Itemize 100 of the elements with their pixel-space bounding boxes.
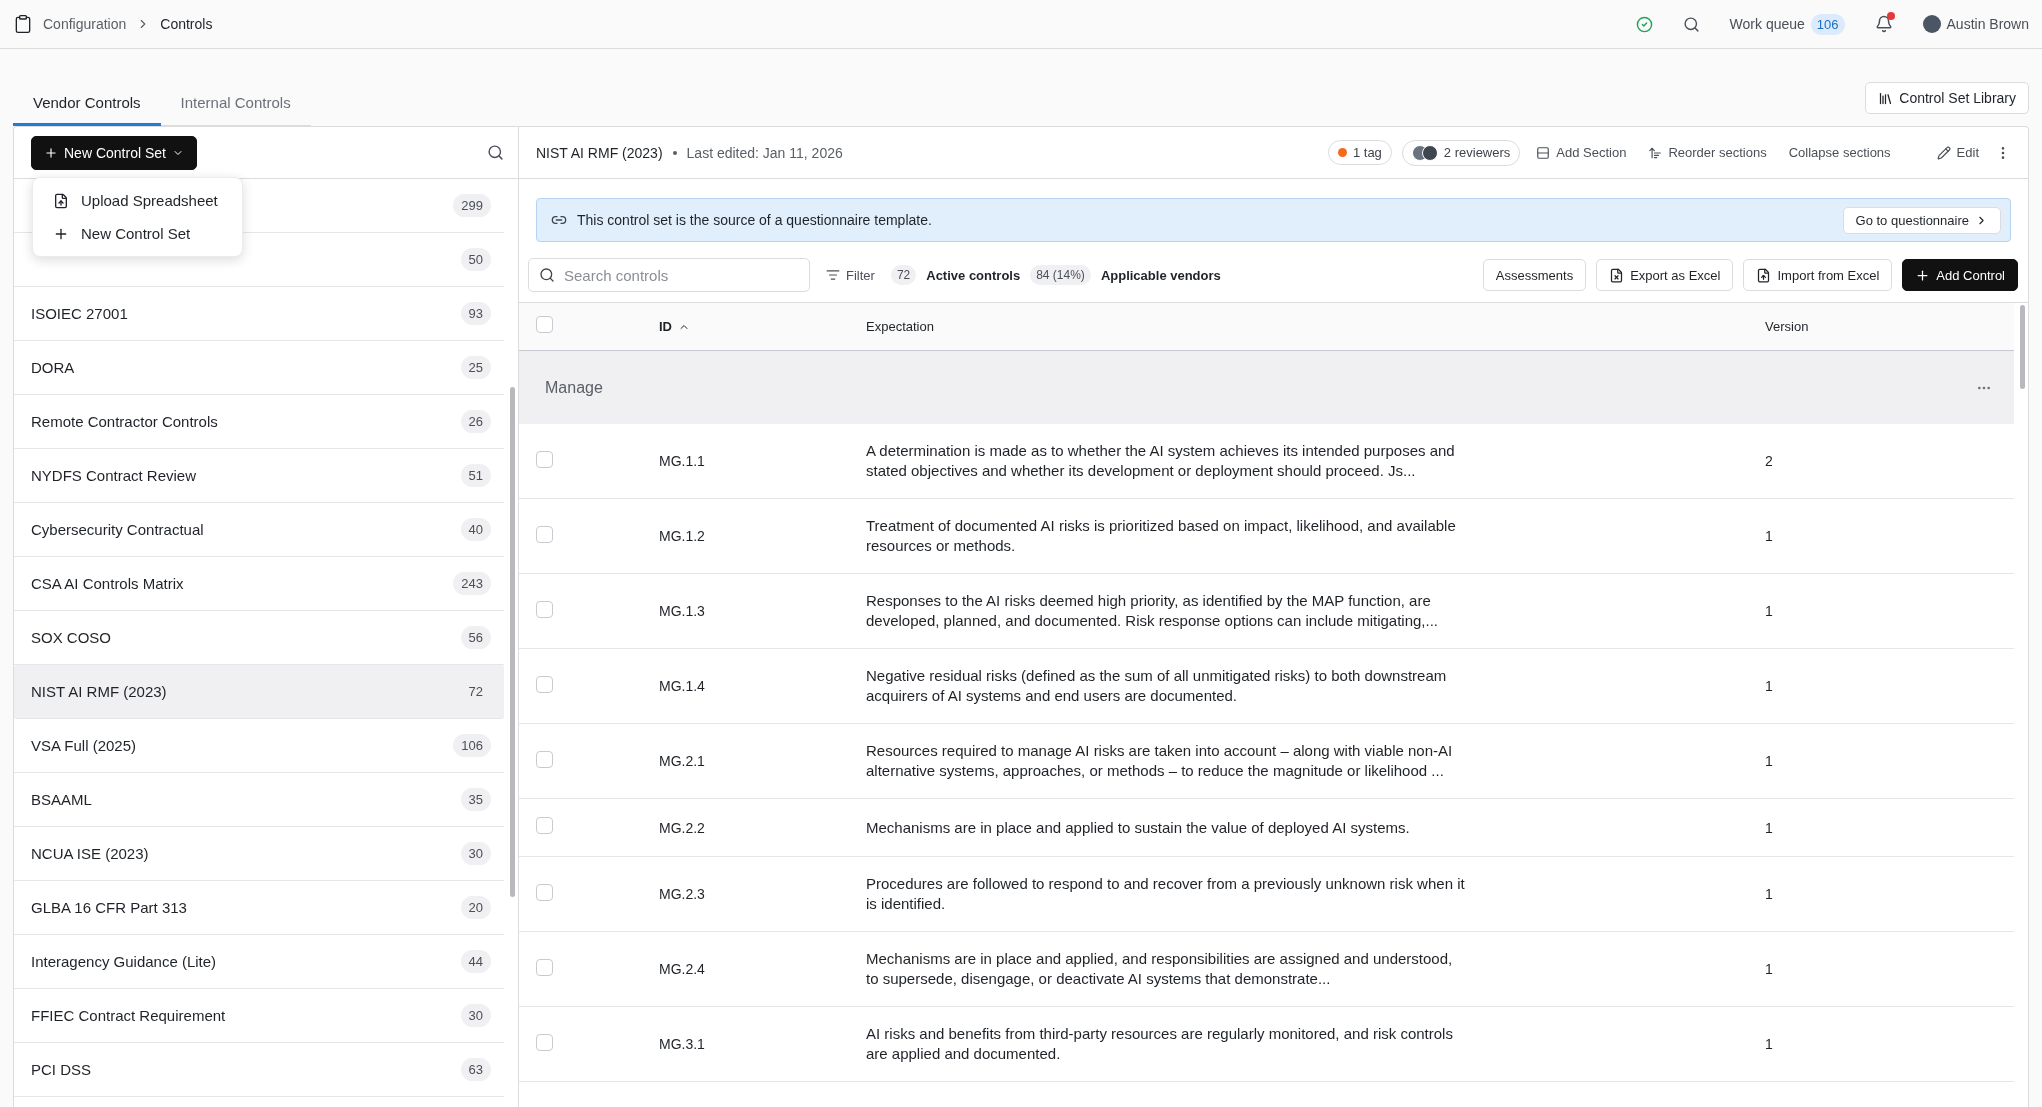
table-cell: Procedures are followed to respond to and recover from a previously unknown risk when it is identified. (866, 874, 1466, 914)
table-cell-text: AI risks and benefits from third-party resources are regularly monitored, and risk controls are applied and documented. (866, 1024, 1454, 1064)
table-cell-text: MG.2.1 (659, 752, 706, 771)
breadcrumb[interactable]: Configuration (43, 16, 127, 32)
control-set-name: NIST AI RMF (2023) (31, 683, 167, 700)
count-badge: 25 (460, 356, 491, 379)
count-badge: 93 (460, 302, 491, 325)
table-cell-text: MG.1.1 (659, 452, 706, 471)
table-cell-text: Resources required to manage AI risks are taken into account – along with viable non-AI alternative systems, approaches, or methods – to reduce the magnitude or likelihood ... (866, 741, 1454, 781)
section-icon (1536, 145, 1551, 160)
last-edited: Last edited: Jan 11, 2026 (686, 144, 843, 161)
count-badge: 243 (453, 572, 491, 595)
count-badge: 30 (460, 1004, 491, 1027)
table-cell-text: Responses to the AI risks deemed high priority, as identified by the MAP function, are developed, planned, and documented. Risk response options can include mitigating,... (866, 591, 1440, 631)
count-badge: 84 (14%) (1030, 265, 1091, 285)
reorder-icon (1648, 145, 1663, 160)
file-icon (1609, 267, 1625, 283)
control-set-name: Remote Contractor Controls (31, 413, 218, 430)
table-cell-text: Treatment of documented AI risks is prioritized based on impact, likelihood, and available resources or methods. (866, 516, 1457, 556)
toolbar-button[interactable]: Add Control (1902, 259, 2018, 291)
column-header[interactable]: Version (1765, 319, 2014, 334)
count-badge: 40 (460, 518, 491, 541)
go-to-questionnaire-button[interactable]: Go to questionnaire (1842, 206, 2001, 234)
checkbox[interactable] (536, 316, 553, 333)
control-set-name: FFIEC Contract Requirement (31, 1007, 226, 1024)
control-set-name: CSA AI Controls Matrix (31, 575, 184, 592)
new-control-set-button[interactable]: New Control Set (31, 135, 197, 170)
count-badge: 72 (890, 265, 917, 285)
checkbox[interactable] (536, 817, 553, 834)
count-badge: 56 (460, 626, 491, 649)
search-icon[interactable] (487, 144, 504, 161)
table-cell-text: 1 (1765, 1035, 1774, 1054)
section-name: Manage (545, 378, 603, 397)
count-badge: 35 (460, 788, 491, 811)
control-set-name: NCUA ISE (2023) (31, 845, 149, 862)
search-field[interactable]: Search controls (528, 258, 810, 292)
search-icon[interactable] (1682, 15, 1700, 33)
toolbar-button[interactable]: Assessments (1482, 259, 1587, 291)
control-set-item[interactable]: NIST AI RMF (2023) 72 (14, 665, 504, 719)
checkbox[interactable] (536, 450, 553, 468)
library-icon (1878, 90, 1894, 106)
toolbar-action[interactable]: Add Section (1530, 145, 1633, 160)
toolbar-action[interactable]: Collapse sections (1782, 145, 1897, 160)
filter-icon (826, 268, 840, 282)
separator-dot (672, 150, 677, 155)
toolbar-button[interactable]: Export as Excel (1596, 259, 1734, 291)
table-cell-text: Mechanisms are in place and applied to sustain the value of deployed AI systems. (866, 817, 1411, 838)
table-cell-text: 1 (1765, 818, 1774, 838)
filter-button[interactable]: Filter (820, 267, 881, 283)
control-set-name: Interagency Guidance (Lite) (31, 953, 217, 970)
library-button[interactable]: Control Set Library (1865, 82, 2029, 114)
toolbar-action[interactable]: Edit (1930, 145, 1985, 160)
checkbox[interactable] (536, 883, 553, 901)
table-cell-text: MG.1.3 (659, 602, 706, 621)
count-badge: 30 (460, 842, 491, 865)
user-name[interactable]: Austin Brown (1946, 16, 2029, 32)
count-badge: 106 (453, 734, 491, 757)
checkbox[interactable] (536, 750, 553, 768)
count-badge: 63 (460, 1058, 491, 1081)
column-header[interactable]: ID (659, 319, 866, 334)
table-cell-text: 1 (1765, 960, 1774, 979)
breadcrumb: Controls (160, 16, 213, 32)
tab[interactable]: Internal Controls (160, 94, 311, 126)
table-cell-text: MG.2.4 (659, 960, 706, 979)
table-cell-text: 1 (1765, 752, 1774, 771)
notification-bell-icon[interactable] (1874, 15, 1893, 33)
checkbox[interactable] (536, 675, 553, 693)
table-cell-text: MG.1.4 (659, 677, 706, 696)
menu-item[interactable]: Upload Spreadsheet (33, 184, 242, 217)
control-set-name: NYDFS Contract Review (31, 467, 197, 484)
table-cell-text: 2 (1765, 452, 1774, 471)
count-badge: 50 (460, 248, 491, 271)
control-set-name: Cybersecurity Contractual (31, 521, 204, 538)
control-set-name: GLBA 16 CFR Part 313 (31, 899, 187, 916)
table-cell-text: Mechanisms are in place and applied, and responsibilities are assigned and understood, to supersede, disengage, or deactivate AI systems that demonstrate... (866, 949, 1454, 989)
column-header[interactable]: Expectation (866, 319, 1765, 334)
user-avatar[interactable] (1922, 15, 1941, 33)
control-set-name: PCI DSS (31, 1061, 91, 1078)
checkbox[interactable] (536, 600, 553, 618)
table-cell-text: MG.2.3 (659, 885, 706, 904)
checkbox[interactable] (536, 525, 553, 543)
work-queue-count: 106 (1810, 13, 1845, 35)
count-badge: 26 (460, 410, 491, 433)
plus-icon (44, 145, 58, 160)
pencil-icon (1936, 145, 1951, 160)
control-set-name: DORA (31, 359, 75, 376)
toolbar-button[interactable]: Import from Excel (1743, 259, 1893, 291)
check-circle-icon (1635, 15, 1653, 33)
checkbox[interactable] (536, 958, 553, 976)
menu-item-label: Upload Spreadsheet (81, 192, 218, 209)
control-set-name: ISOIEC 27001 (31, 305, 128, 322)
table-cell-text: Negative residual risks (defined as the sum of all unmitigated risks) to both downstream acquirers of AI systems and end users are documented. (866, 666, 1448, 706)
file-upload-icon (1756, 267, 1772, 283)
count-badge: 44 (460, 950, 491, 973)
table-cell-text: MG.2.2 (659, 818, 706, 838)
work-queue-link[interactable]: Work queue (1729, 16, 1805, 32)
checkbox[interactable] (536, 1033, 553, 1051)
file-upload-icon (53, 192, 69, 209)
table-cell-text: 1 (1765, 527, 1774, 546)
toolbar-action[interactable]: Reorder sections (1642, 145, 1773, 160)
